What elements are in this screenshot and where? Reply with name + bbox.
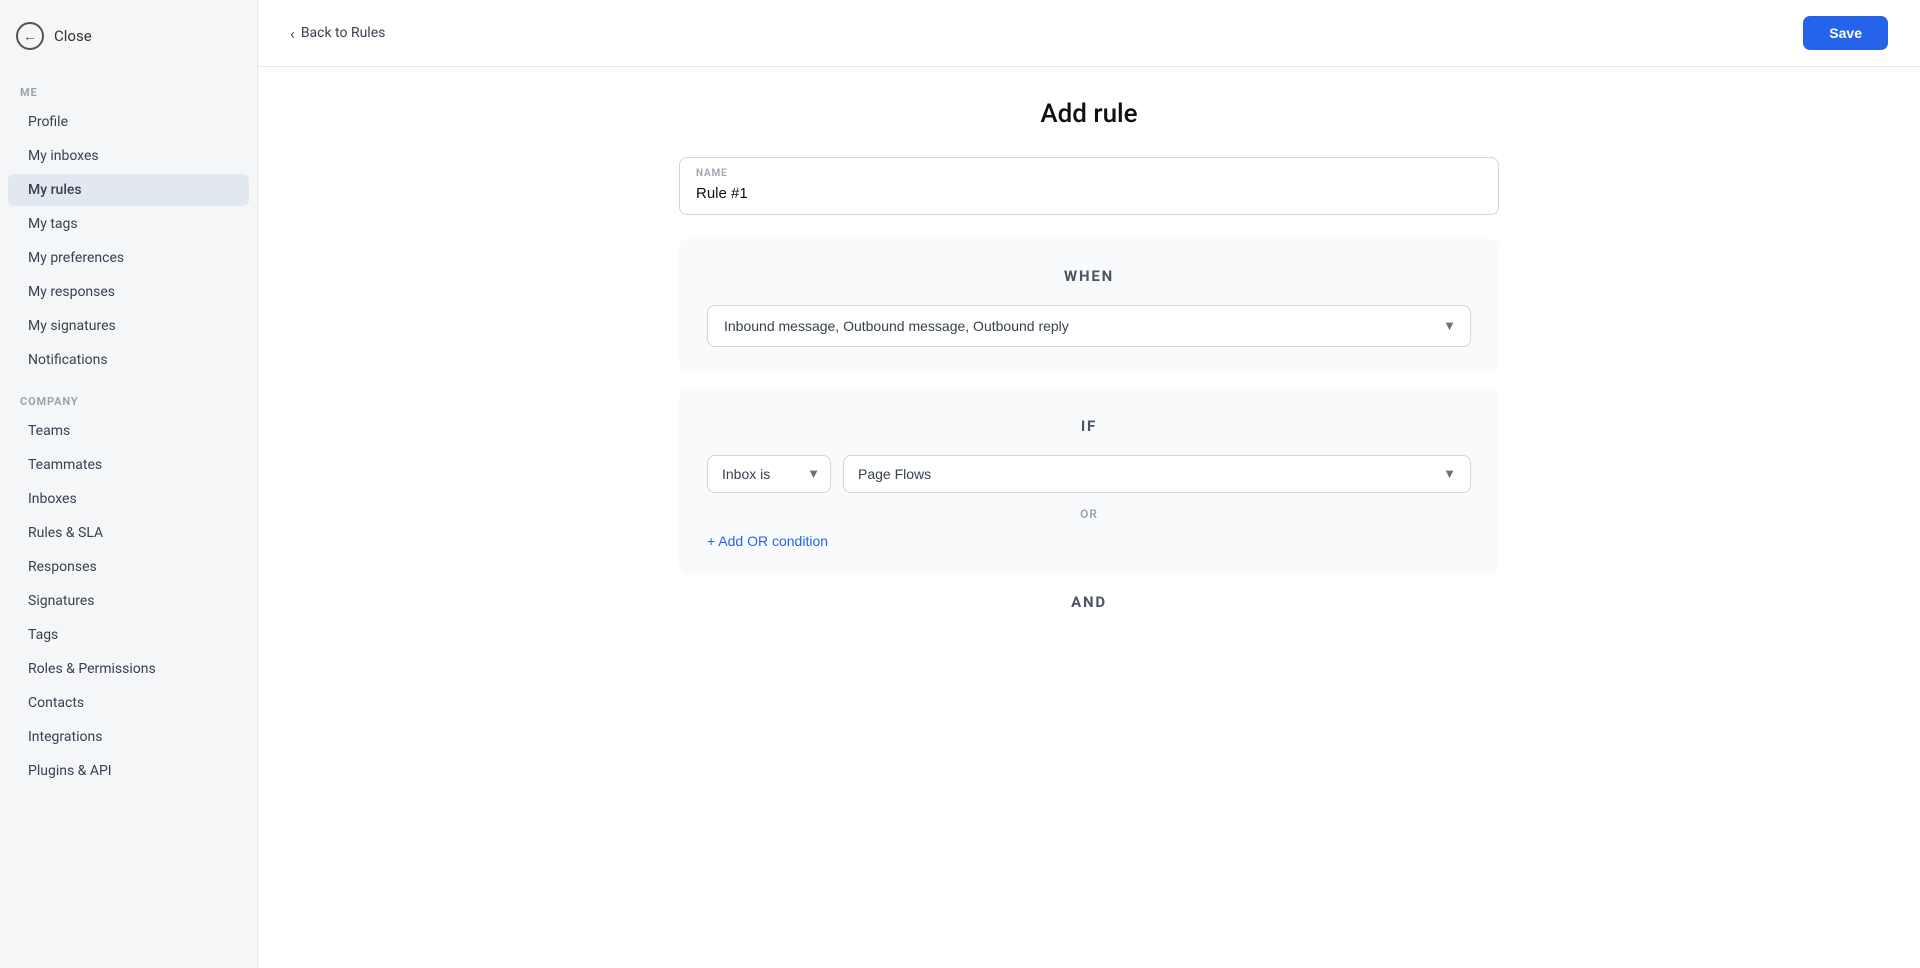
back-label: Back to Rules (301, 25, 386, 41)
sidebar-item-my-inboxes[interactable]: My inboxes (8, 140, 249, 172)
me-section-label: ME (0, 68, 257, 105)
rule-form: Add rule NAME WHEN Inbound message, Outb… (639, 67, 1539, 968)
condition-type-select[interactable]: Inbox is Inbox is not Assignee is Tag is (708, 456, 830, 492)
back-to-rules-link[interactable]: ‹ Back to Rules (290, 24, 385, 43)
sidebar-item-signatures[interactable]: Signatures (8, 585, 249, 617)
topbar: ‹ Back to Rules Save (258, 0, 1920, 67)
close-label: Close (54, 27, 92, 45)
company-section-label: COMPANY (0, 377, 257, 414)
sidebar-item-tags[interactable]: Tags (8, 619, 249, 651)
sidebar-item-contacts[interactable]: Contacts (8, 687, 249, 719)
save-button[interactable]: Save (1803, 16, 1888, 50)
sidebar: ← Close ME Profile My inboxes My rules M… (0, 0, 258, 968)
sidebar-item-roles-permissions[interactable]: Roles & Permissions (8, 653, 249, 685)
close-button[interactable]: ← Close (0, 0, 257, 68)
sidebar-item-my-tags[interactable]: My tags (8, 208, 249, 240)
if-heading: IF (707, 417, 1471, 435)
add-or-condition-button[interactable]: + Add OR condition (707, 531, 828, 551)
if-condition-row: Inbox is Inbox is not Assignee is Tag is… (707, 455, 1471, 493)
name-field-wrapper: NAME (679, 157, 1499, 215)
sidebar-item-profile[interactable]: Profile (8, 106, 249, 138)
name-field-label: NAME (696, 168, 1482, 179)
sidebar-item-my-responses[interactable]: My responses (8, 276, 249, 308)
if-section: IF Inbox is Inbox is not Assignee is Tag… (679, 389, 1499, 575)
name-input[interactable] (696, 185, 1482, 202)
when-dropdown-wrapper: Inbound message, Outbound message, Outbo… (707, 305, 1471, 347)
when-heading: WHEN (707, 267, 1471, 285)
sidebar-item-responses[interactable]: Responses (8, 551, 249, 583)
when-section: WHEN Inbound message, Outbound message, … (679, 239, 1499, 371)
sidebar-item-my-signatures[interactable]: My signatures (8, 310, 249, 342)
back-arrow-icon: ‹ (290, 24, 295, 43)
sidebar-item-my-preferences[interactable]: My preferences (8, 242, 249, 274)
sidebar-item-rules-sla[interactable]: Rules & SLA (8, 517, 249, 549)
sidebar-item-teammates[interactable]: Teammates (8, 449, 249, 481)
when-dropdown[interactable]: Inbound message, Outbound message, Outbo… (708, 306, 1470, 346)
sidebar-item-teams[interactable]: Teams (8, 415, 249, 447)
and-label: AND (679, 593, 1499, 611)
sidebar-item-notifications[interactable]: Notifications (8, 344, 249, 376)
condition-value-wrapper: Page Flows Support Sales ▼ (843, 455, 1471, 493)
sidebar-item-plugins-api[interactable]: Plugins & API (8, 755, 249, 787)
close-icon: ← (16, 22, 44, 50)
sidebar-item-integrations[interactable]: Integrations (8, 721, 249, 753)
condition-value-select[interactable]: Page Flows Support Sales (844, 456, 1470, 492)
sidebar-item-inboxes[interactable]: Inboxes (8, 483, 249, 515)
sidebar-item-my-rules[interactable]: My rules (8, 174, 249, 206)
main-content: ‹ Back to Rules Save Add rule NAME WHEN … (258, 0, 1920, 968)
condition-type-wrapper: Inbox is Inbox is not Assignee is Tag is… (707, 455, 831, 493)
page-title: Add rule (679, 99, 1499, 129)
or-divider: OR (707, 507, 1471, 521)
